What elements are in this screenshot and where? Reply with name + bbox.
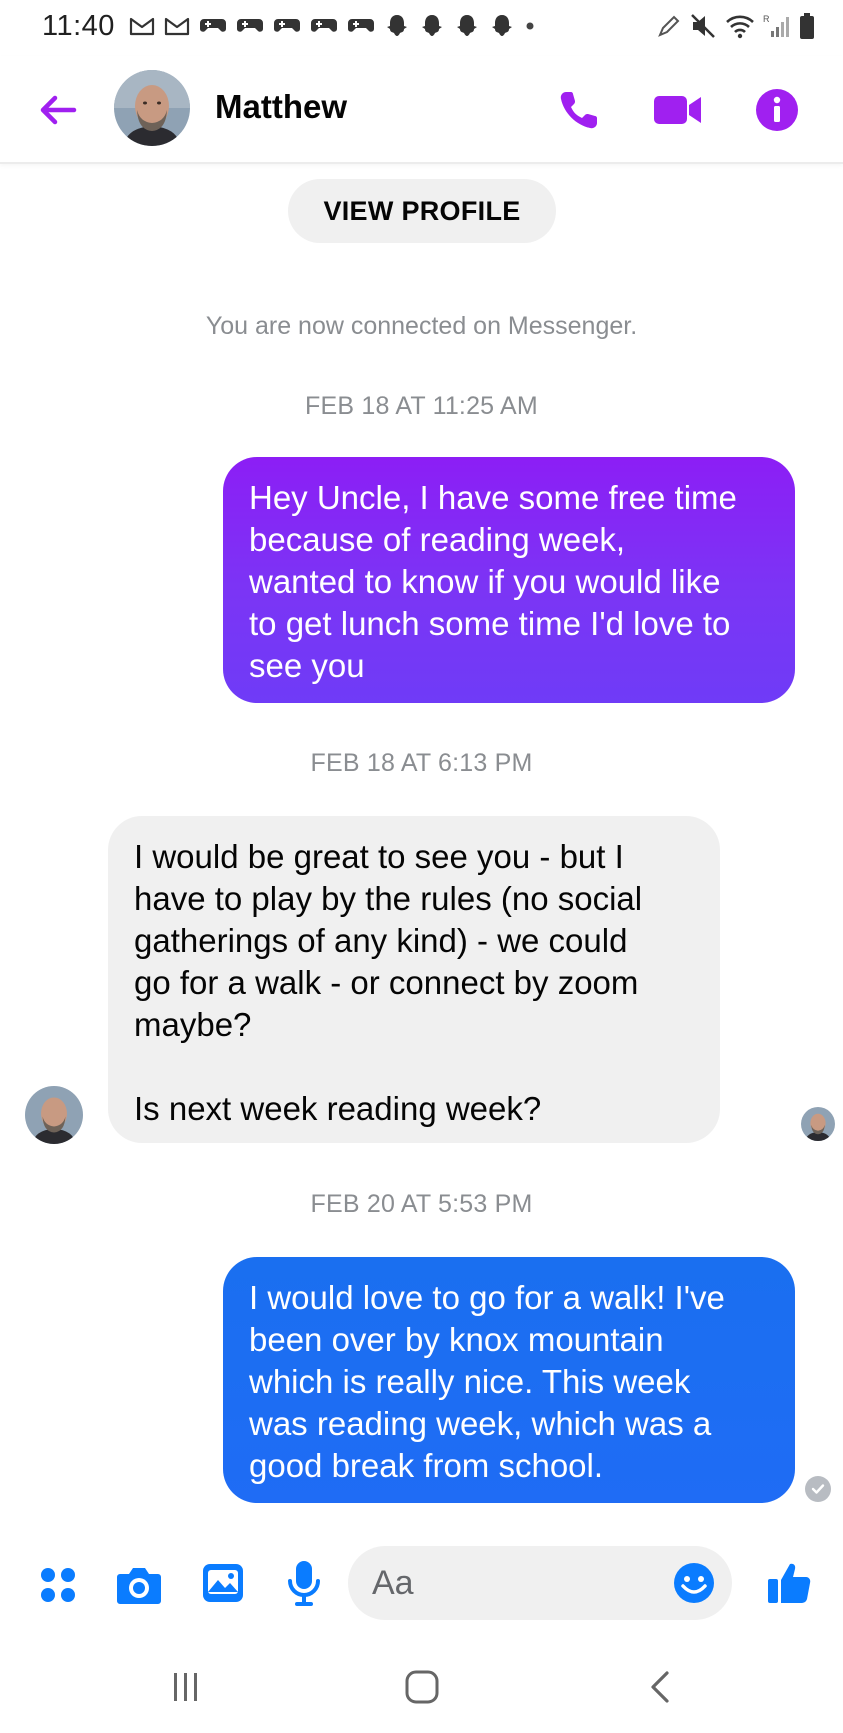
apps-icon: [41, 1568, 75, 1602]
message-line: been over by knox mountain: [249, 1321, 664, 1358]
back-icon: [651, 1671, 669, 1703]
gmail-icon: [129, 17, 155, 36]
message-line: I would love to go for a walk! I've: [249, 1279, 725, 1316]
message-timestamp: FEB 18 AT 11:25 AM: [305, 392, 538, 420]
contact-name[interactable]: Matthew: [215, 88, 347, 126]
recent-apps-icon: [174, 1673, 197, 1701]
phone-icon: [560, 92, 597, 129]
profile-photo: [25, 1086, 83, 1144]
message-line: go for a walk - or connect by zoom: [134, 964, 639, 1001]
profile-photo: [114, 70, 190, 146]
snapchat-icon: [386, 15, 407, 36]
message-timestamp: FEB 20 AT 5:53 PM: [310, 1190, 533, 1218]
system-status-icons: R: [657, 12, 815, 40]
message-line: Is next week reading week?: [134, 1090, 542, 1127]
voice-clip-button[interactable]: [278, 1557, 330, 1609]
emoji-button[interactable]: [672, 1561, 716, 1605]
video-icon: [654, 96, 701, 124]
message-timestamp: FEB 18 AT 6:13 PM: [310, 749, 533, 777]
emoji-icon: [674, 1563, 714, 1603]
message-line: good break from school.: [249, 1447, 604, 1484]
home-icon: [405, 1670, 439, 1704]
pen-icon: [658, 15, 680, 37]
snapchat-icon: [456, 15, 477, 36]
message-line: maybe?: [134, 1006, 252, 1043]
wifi-icon: [726, 15, 754, 39]
message-line: see you: [249, 647, 365, 684]
mute-icon: [691, 14, 715, 38]
back-arrow-icon: [40, 95, 77, 125]
back-nav-button[interactable]: [630, 1662, 690, 1712]
apps-button[interactable]: [32, 1559, 84, 1611]
connected-notice: You are now connected on Messenger.: [205, 312, 638, 340]
snapchat-icon: [491, 15, 512, 36]
contact-avatar[interactable]: [114, 70, 190, 146]
info-icon: [756, 89, 798, 131]
signal-icon: R: [763, 14, 789, 37]
read-receipt-avatar: [801, 1107, 835, 1141]
status-time: 11:40: [42, 9, 115, 42]
gamepad-icon: [347, 19, 374, 32]
recent-apps-button[interactable]: [156, 1662, 216, 1712]
message-line: wanted to know if you would like: [249, 563, 721, 600]
message-composer: [0, 1540, 843, 1630]
snapchat-icon: [421, 15, 442, 36]
outgoing-message[interactable]: I would love to go for a walk! I've been…: [223, 1257, 795, 1503]
back-button[interactable]: [34, 86, 82, 134]
view-profile-button[interactable]: VIEW PROFILE: [288, 179, 556, 243]
message-line: to get lunch some time I'd love to: [249, 605, 731, 642]
svg-text:R: R: [763, 14, 770, 24]
camera-button[interactable]: [113, 1559, 165, 1611]
system-navigation-bar: [0, 1640, 843, 1733]
dot-icon: [526, 22, 534, 30]
gallery-icon: [203, 1564, 243, 1602]
battery-icon: [800, 13, 814, 39]
microphone-icon: [288, 1561, 320, 1606]
message-line: have to play by the rules (no social: [134, 880, 643, 917]
conversation-info-button[interactable]: [751, 84, 803, 136]
message-line: gatherings of any kind) - we could: [134, 922, 628, 959]
gamepad-icon: [310, 19, 337, 32]
thumbs-up-icon: [768, 1563, 811, 1603]
notification-icons: [129, 13, 536, 39]
gamepad-icon: [236, 19, 263, 32]
gallery-button[interactable]: [197, 1557, 249, 1609]
gamepad-icon: [199, 19, 226, 32]
gamepad-icon: [273, 19, 300, 32]
status-bar: 11:40 R: [0, 0, 843, 52]
delivered-check-icon: [805, 1476, 831, 1502]
voice-call-button[interactable]: [553, 84, 605, 136]
message-line: because of reading week,: [249, 521, 626, 558]
gmail-icon: [164, 17, 190, 36]
message-line: was reading week, which was a: [249, 1405, 712, 1442]
profile-photo: [801, 1107, 835, 1141]
incoming-message[interactable]: I would be great to see you - but I have…: [108, 816, 720, 1143]
message-line: I would be great to see you - but I: [134, 838, 624, 875]
message-line: which is really nice. This week: [249, 1363, 691, 1400]
video-call-button[interactable]: [652, 84, 704, 136]
like-button[interactable]: [763, 1557, 815, 1609]
home-button[interactable]: [392, 1662, 452, 1712]
sender-avatar[interactable]: [25, 1086, 83, 1144]
message-line: Hey Uncle, I have some free time: [249, 479, 737, 516]
camera-icon: [117, 1568, 161, 1604]
outgoing-message[interactable]: Hey Uncle, I have some free time because…: [223, 457, 795, 703]
conversation-header: Matthew: [0, 56, 843, 164]
